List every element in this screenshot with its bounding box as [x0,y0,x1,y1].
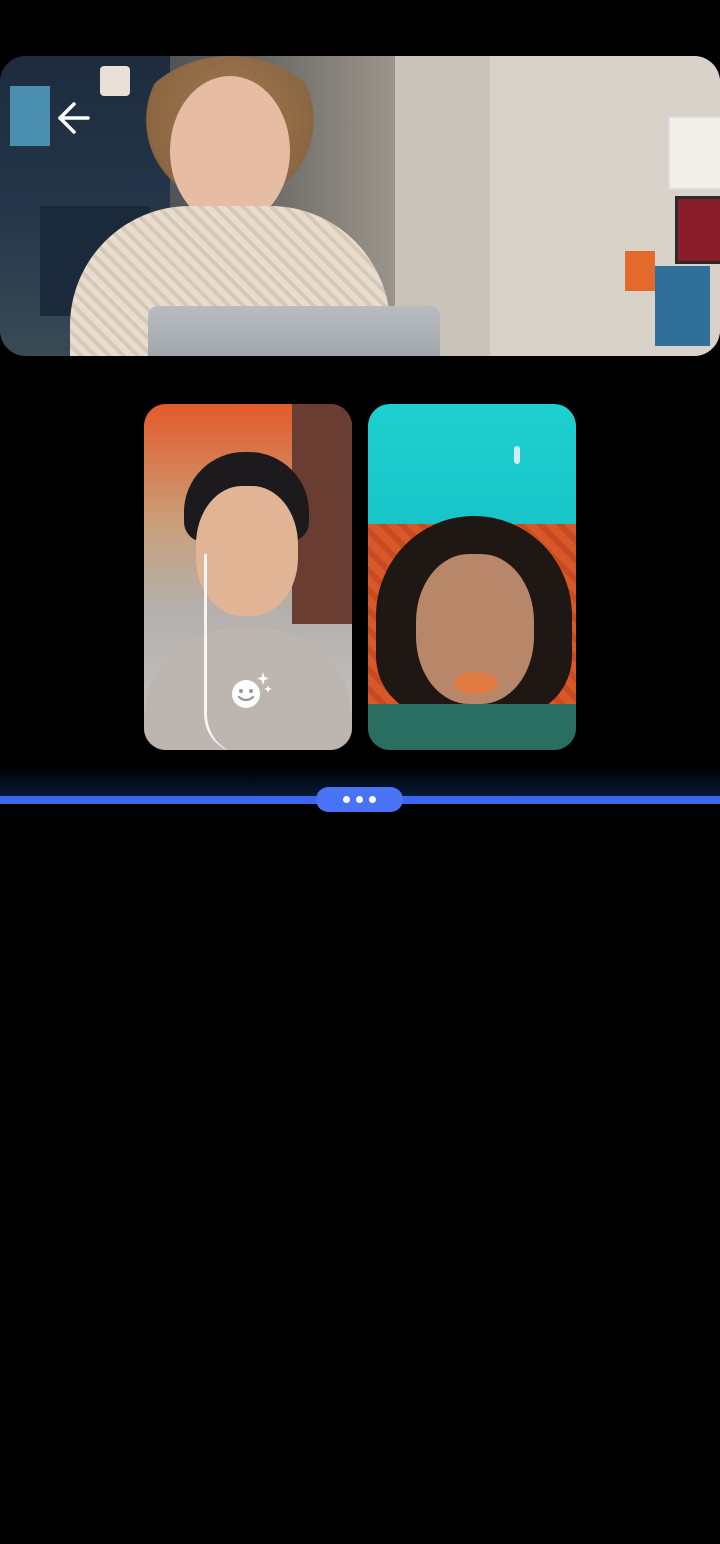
face-sparkle-icon [232,672,272,708]
drag-handle[interactable] [316,787,403,812]
face [170,76,290,226]
wall-spot [514,446,520,464]
main-video-tile[interactable] [0,56,720,356]
lips [454,672,498,694]
laptop [148,306,440,356]
wall-frame [668,116,720,190]
earphone-cable [204,554,247,750]
more-dots-icon [343,796,350,803]
main-participant-figure [70,56,440,356]
video-call-screen [0,0,720,1544]
back-button[interactable] [48,94,96,142]
wall-frame [655,266,710,346]
effects-button[interactable] [230,670,274,710]
participant-tile-1[interactable] [144,404,352,750]
more-dots-icon [369,796,376,803]
wall-frame [625,251,655,291]
arrow-left-icon [58,102,90,134]
participant-tile-2[interactable] [368,404,576,750]
more-dots-icon [356,796,363,803]
wall-frame [675,196,720,264]
background-poster [10,86,50,146]
shirt [368,704,576,750]
